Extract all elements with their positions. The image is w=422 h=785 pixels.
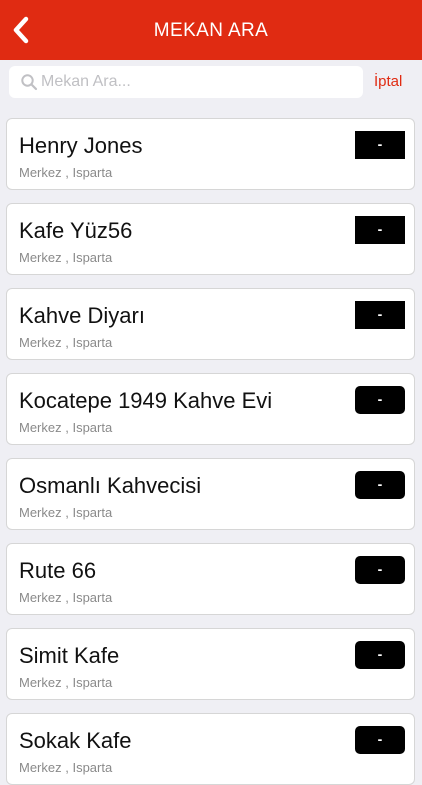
venue-badge: - [355, 386, 405, 414]
venue-name: Osmanlı Kahvecisi [19, 473, 202, 498]
search-box[interactable] [9, 66, 363, 98]
venue-location: Merkez , Isparta [19, 590, 113, 605]
cancel-button[interactable]: İptal [374, 73, 402, 90]
venue-name: Kafe Yüz56 [19, 218, 133, 243]
list-item[interactable]: Sokak Kafe Merkez , Isparta - [6, 713, 415, 785]
venue-badge: - [355, 131, 405, 159]
venue-location: Merkez , Isparta [19, 335, 113, 350]
venue-location: Merkez , Isparta [19, 505, 113, 520]
app-header: MEKAN ARA [0, 0, 422, 60]
venue-location: Merkez , Isparta [19, 760, 113, 775]
list-item[interactable]: Simit Kafe Merkez , Isparta - [6, 628, 415, 700]
list-item[interactable]: Kafe Yüz56 Merkez , Isparta - [6, 203, 415, 275]
list-item[interactable]: Kocatepe 1949 Kahve Evi Merkez , Isparta… [6, 373, 415, 445]
list-item[interactable]: Osmanlı Kahvecisi Merkez , Isparta - [6, 458, 415, 530]
venue-badge: - [355, 471, 405, 499]
venue-badge: - [355, 301, 405, 329]
search-input[interactable] [41, 66, 351, 98]
list-item[interactable]: Kahve Diyarı Merkez , Isparta - [6, 288, 415, 360]
search-icon [21, 74, 38, 91]
venue-badge: - [355, 556, 405, 584]
list-item[interactable]: Henry Jones Merkez , Isparta - [6, 118, 415, 190]
venue-badge: - [355, 216, 405, 244]
venue-name: Sokak Kafe [19, 728, 132, 753]
venue-name: Simit Kafe [19, 643, 120, 668]
page-title: MEKAN ARA [153, 20, 269, 41]
venue-location: Merkez , Isparta [19, 250, 113, 265]
search-bar: İptal [0, 60, 422, 105]
venue-name: Kocatepe 1949 Kahve Evi [19, 388, 273, 413]
venue-location: Merkez , Isparta [19, 420, 113, 435]
venue-badge: - [355, 641, 405, 669]
venue-name: Rute 66 [19, 558, 97, 583]
venue-name: Henry Jones [19, 133, 143, 158]
venue-name: Kahve Diyarı [19, 303, 145, 328]
venue-location: Merkez , Isparta [19, 675, 113, 690]
venue-location: Merkez , Isparta [19, 165, 113, 180]
list-item[interactable]: Rute 66 Merkez , Isparta - [6, 543, 415, 615]
